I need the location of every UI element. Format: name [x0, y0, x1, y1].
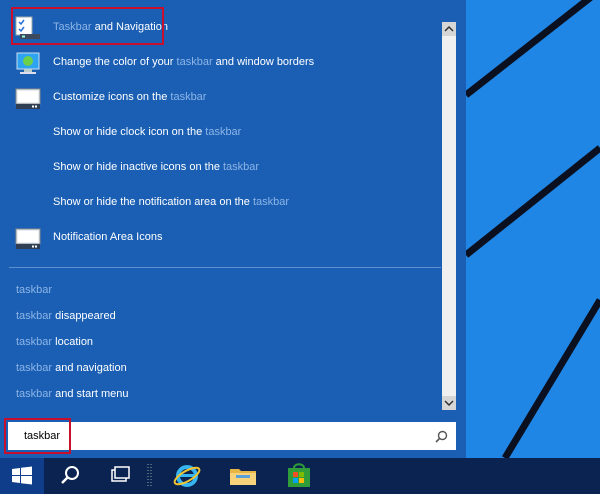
taskbar — [0, 458, 600, 494]
result-clock-icon[interactable]: Show or hide clock icon on the taskbar — [0, 115, 442, 150]
search-icon — [61, 466, 79, 484]
result-keyword: taskbar — [170, 91, 207, 103]
result-keyword: taskbar — [176, 56, 213, 68]
color-settings-icon — [16, 52, 40, 74]
result-notification-area[interactable]: Show or hide the notification area on th… — [0, 185, 442, 220]
suggestion-item[interactable]: taskbar and start menu — [0, 381, 442, 407]
suggestion-item[interactable]: taskbar and navigation — [0, 355, 442, 381]
internet-explorer-button[interactable] — [166, 458, 208, 494]
result-change-color[interactable]: Change the color of your taskbar and win… — [0, 45, 442, 80]
chevron-down-icon — [444, 400, 454, 407]
suggestion-keyword: taskbar — [16, 310, 53, 322]
search-panel: Taskbar and Navigation Change the color … — [0, 0, 466, 458]
result-inactive-icons[interactable]: Show or hide inactive icons on the taskb… — [0, 150, 442, 185]
result-customize-icons[interactable]: Customize icons on the taskbar — [0, 80, 442, 115]
suggestion-label: disappeared — [52, 310, 116, 322]
result-keyword: taskbar — [252, 196, 290, 208]
suggestion-keyword: taskbar — [16, 362, 53, 374]
divider — [9, 267, 441, 268]
suggestion-keyword: taskbar — [16, 388, 53, 400]
result-label: Customize icons on the — [53, 91, 171, 103]
result-label: Show or hide inactive icons on the — [53, 161, 223, 173]
taskbar-gripper — [147, 464, 152, 488]
file-explorer-button[interactable] — [222, 458, 264, 494]
scrollbar-thumb[interactable] — [442, 36, 456, 396]
scroll-down-button[interactable] — [442, 396, 456, 410]
suggestion-item[interactable]: taskbar — [0, 277, 442, 303]
result-notification-area-icons[interactable]: Notification Area Icons — [0, 220, 442, 255]
store-icon — [288, 463, 310, 487]
result-label: and window borders — [212, 56, 315, 68]
notification-area-icon — [15, 88, 41, 109]
windows-start-icon — [12, 466, 32, 485]
suggestion-keyword: taskbar — [16, 284, 53, 296]
task-view-icon — [111, 466, 130, 482]
suggestion-label: and navigation — [52, 362, 127, 374]
suggestion-keyword: taskbar — [16, 336, 53, 348]
suggestion-item[interactable]: taskbar location — [0, 329, 442, 355]
store-button[interactable] — [278, 458, 320, 494]
chevron-up-icon — [444, 25, 454, 32]
start-button[interactable] — [0, 458, 44, 494]
search-taskbar-button[interactable] — [50, 458, 90, 494]
result-label: Show or hide clock icon on the — [53, 126, 206, 138]
highlight-box-query — [4, 418, 71, 454]
internet-explorer-icon — [173, 465, 201, 487]
search-input[interactable]: taskbar — [8, 422, 456, 450]
notification-area-icon — [15, 228, 41, 249]
suggestion-item[interactable]: taskbar disappeared — [0, 303, 442, 329]
result-label: Change the color of your — [53, 56, 177, 68]
result-label: Notification Area Icons — [53, 231, 163, 243]
result-label: Show or hide the notification area on th… — [53, 196, 253, 208]
magnifier-icon[interactable] — [435, 430, 448, 443]
suggestion-label: location — [52, 336, 94, 348]
scroll-up-button[interactable] — [442, 22, 456, 36]
file-explorer-icon — [230, 469, 256, 485]
result-keyword: taskbar — [205, 126, 242, 138]
result-keyword: taskbar — [223, 161, 260, 173]
task-view-button[interactable] — [100, 458, 140, 494]
suggestion-label: and start menu — [52, 388, 129, 400]
highlight-box-result — [11, 7, 164, 45]
